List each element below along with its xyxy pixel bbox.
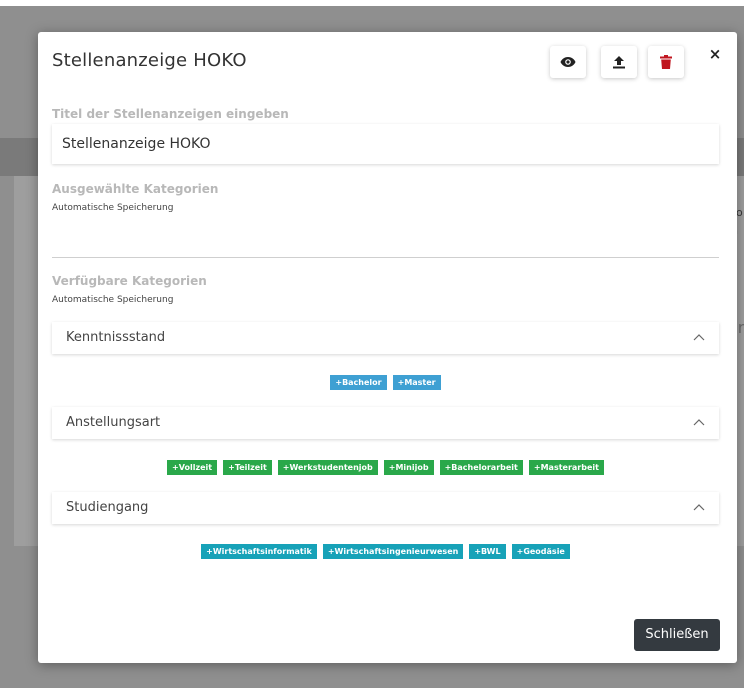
- background-header: [0, 0, 744, 6]
- chevron-up-icon: [693, 334, 705, 341]
- chip-industrial-engineering[interactable]: +Wirtschaftsingenieurwesen: [322, 544, 464, 559]
- chip-bachelor[interactable]: +Bachelor: [330, 375, 387, 390]
- chip-master[interactable]: +Master: [392, 375, 441, 390]
- close-button[interactable]: Schließen: [634, 619, 720, 651]
- accordion-study-program[interactable]: Studiengang: [52, 492, 719, 524]
- chip-minijob[interactable]: +Minijob: [383, 460, 434, 475]
- upload-icon: [613, 56, 625, 69]
- chip-business-informatics[interactable]: +Wirtschaftsinformatik: [201, 544, 317, 559]
- delete-button[interactable]: [648, 46, 684, 78]
- selected-categories-label: Ausgewählte Kategorien: [52, 182, 219, 196]
- chip-part-time[interactable]: +Teilzeit: [223, 460, 272, 475]
- close-icon[interactable]: ×: [708, 46, 722, 62]
- chip-row-employment-type: +Vollzeit +Teilzeit +Werkstudentenjob +M…: [52, 460, 719, 475]
- accordion-title: Kenntnissstand: [66, 330, 166, 345]
- chip-full-time[interactable]: +Vollzeit: [167, 460, 218, 475]
- accordion-employment-type[interactable]: Anstellungsart: [52, 407, 719, 439]
- accordion-title: Anstellungsart: [66, 415, 161, 430]
- chip-master-thesis[interactable]: +Masterarbeit: [528, 460, 604, 475]
- title-field-label: Titel der Stellenanzeigen eingeben: [52, 107, 289, 121]
- preview-button[interactable]: [550, 46, 586, 78]
- chevron-up-icon: [693, 504, 705, 511]
- available-categories-note: Automatische Speicherung: [52, 295, 174, 305]
- modal-title: Stellenanzeige HOKO: [52, 50, 247, 71]
- chip-working-student[interactable]: +Werkstudentenjob: [277, 460, 378, 475]
- trash-icon: [660, 55, 672, 69]
- divider: [52, 257, 719, 258]
- accordion-title: Studiengang: [66, 500, 149, 515]
- chip-row-study-program: +Wirtschaftsinformatik +Wirtschaftsingen…: [52, 544, 719, 559]
- job-ad-modal: Stellenanzeige HOKO × Titel der Stellena…: [38, 32, 737, 663]
- publish-button[interactable]: [601, 46, 637, 78]
- chip-bachelor-thesis[interactable]: +Bachelorarbeit: [439, 460, 523, 475]
- chevron-up-icon: [693, 419, 705, 426]
- selected-categories-note: Automatische Speicherung: [52, 203, 174, 213]
- title-input[interactable]: [52, 124, 719, 164]
- chip-geodesy[interactable]: +Geodäsie: [511, 544, 570, 559]
- chip-bwl[interactable]: +BWL: [469, 544, 506, 559]
- chip-row-knowledge-level: +Bachelor +Master: [52, 375, 719, 390]
- accordion-knowledge-level[interactable]: Kenntnissstand: [52, 322, 719, 354]
- available-categories-label: Verfügbare Kategorien: [52, 274, 207, 288]
- eye-icon: [560, 57, 576, 67]
